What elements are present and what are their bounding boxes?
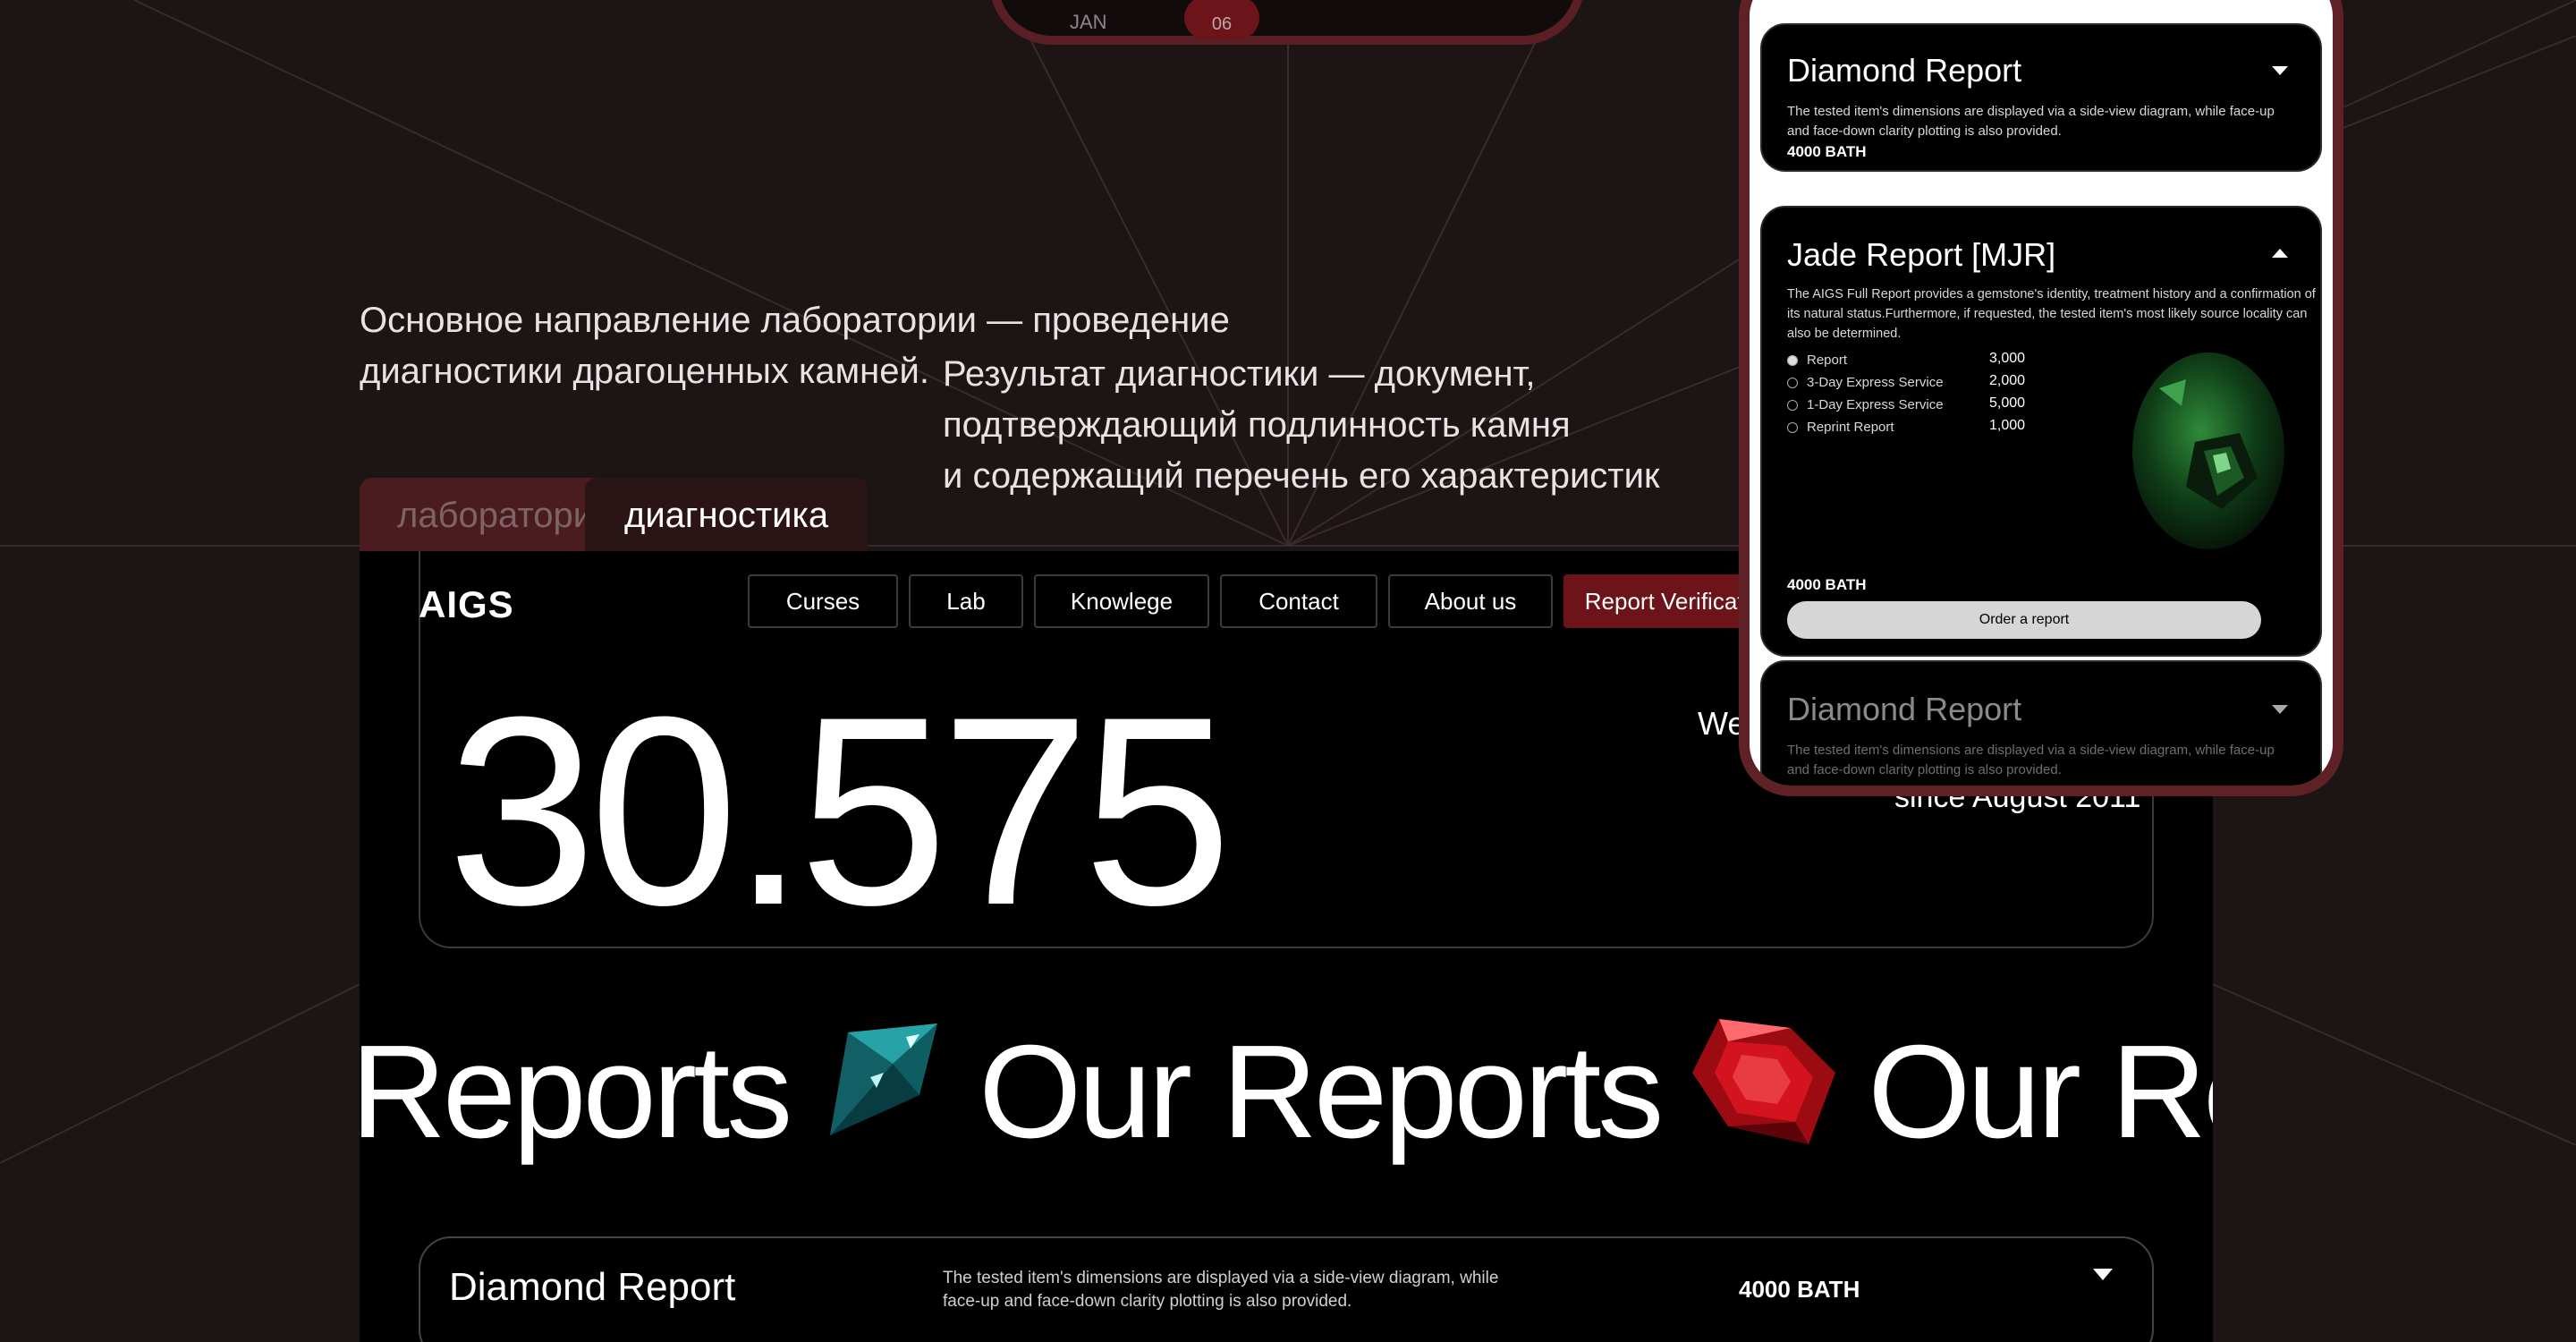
- nav-lab[interactable]: Lab: [909, 574, 1023, 628]
- option-label: Reprint Report: [1807, 420, 1894, 435]
- option-3day-express[interactable]: 3-Day Express Service: [1787, 375, 1944, 390]
- option-price: 2,000: [1989, 373, 2026, 388]
- phone-card-jade[interactable]: Jade Report [MJR] The AIGS Full Report p…: [1760, 206, 2322, 657]
- option-price: 1,000: [1989, 418, 2026, 433]
- radio-icon[interactable]: [1787, 377, 1798, 388]
- logo[interactable]: AIGS: [419, 583, 514, 626]
- caret-up-icon[interactable]: [2272, 247, 2288, 263]
- option-label: 3-Day Express Service: [1807, 375, 1944, 390]
- caret-down-icon[interactable]: [2272, 64, 2288, 81]
- card-price: 4000 BATH: [1787, 143, 1867, 160]
- lead-line: подтверждающий подлинность камня: [943, 405, 1571, 445]
- blue-gem-icon: [821, 1023, 946, 1162]
- marquee-word: Reports: [360, 1018, 792, 1166]
- card-title: Diamond Report: [1787, 52, 2022, 89]
- marquee-word: Our Reports: [979, 1018, 1664, 1166]
- marquee-word: Our Rep: [1868, 1018, 2213, 1166]
- card-description: The tested item's dimensions are display…: [1787, 104, 2275, 139]
- main-nav: Curses Lab Knowlege Contact About us Rep…: [748, 574, 1796, 628]
- option-price: 5,000: [1989, 395, 2026, 411]
- option-label: 1-Day Express Service: [1807, 397, 1944, 412]
- red-gem-icon: [1692, 1018, 1836, 1167]
- report-title: Diamond Report: [449, 1265, 736, 1309]
- radio-icon[interactable]: [1787, 399, 1798, 411]
- order-report-button[interactable]: Order a report: [1787, 601, 2261, 639]
- option-price: 3,000: [1989, 351, 2026, 366]
- nav-curses[interactable]: Curses: [748, 574, 898, 628]
- reports-counter: 30.575: [447, 660, 1233, 961]
- report-price: 4000 BATH: [1739, 1276, 1860, 1303]
- phone-mockup: Diamond Report The tested item's dimensi…: [1739, 0, 2343, 796]
- tab-laboratory[interactable]: лаборатория: [397, 478, 603, 553]
- nav-contact[interactable]: Contact: [1220, 574, 1377, 628]
- marquee-our-reports: Reports Our Reports Our R: [360, 1018, 2213, 1166]
- phone-mockup-top: JAN 06: [989, 0, 1585, 45]
- phone-card-diamond[interactable]: Diamond Report The tested item's dimensi…: [1760, 23, 2322, 172]
- nav-about-us[interactable]: About us: [1388, 574, 1553, 628]
- presentation-canvas: JAN 06 Основное направление лаборатории …: [0, 0, 2576, 1342]
- lead-line: и содержащий перечень его характеристик: [943, 456, 1660, 496]
- card-title: Jade Report [MJR]: [1787, 236, 2056, 273]
- card-description: The tested item's dimensions are display…: [1787, 743, 2275, 777]
- calendar-month: JAN: [1070, 11, 1107, 33]
- lead-paragraph-2: Результат диагностики — документ, подтве…: [943, 349, 1659, 502]
- card-description: The AIGS Full Report provides a gemstone…: [1787, 287, 2316, 341]
- tab-bar: лаборатория диагностика: [360, 478, 868, 553]
- calendar-day: 06: [1184, 0, 1259, 39]
- lead-line: Основное направление лаборатории — прове…: [360, 301, 1230, 340]
- report-row-diamond[interactable]: Diamond Report The tested item's dimensi…: [419, 1236, 2154, 1342]
- caret-down-icon[interactable]: [2272, 703, 2288, 719]
- option-reprint[interactable]: Reprint Report: [1787, 420, 1894, 435]
- radio-icon[interactable]: [1787, 421, 1798, 433]
- tab-diagnostics[interactable]: диагностика: [585, 478, 868, 553]
- option-1day-express[interactable]: 1-Day Express Service: [1787, 397, 1944, 412]
- card-price: 4000 BATH: [1787, 576, 1867, 593]
- jade-image: [2132, 352, 2284, 549]
- lead-line: Результат диагностики — документ,: [943, 354, 1536, 394]
- card-title: Diamond Report: [1787, 691, 2022, 727]
- caret-down-icon[interactable]: [2093, 1269, 2113, 1286]
- nav-knowledge[interactable]: Knowlege: [1034, 574, 1209, 628]
- option-report[interactable]: Report: [1787, 352, 1847, 368]
- phone-card-diamond-2[interactable]: Diamond Report The tested item's dimensi…: [1760, 660, 2322, 786]
- report-description: The tested item's dimensions are display…: [943, 1269, 1499, 1311]
- option-label: Report: [1807, 352, 1848, 368]
- radio-selected-icon[interactable]: [1787, 354, 1798, 366]
